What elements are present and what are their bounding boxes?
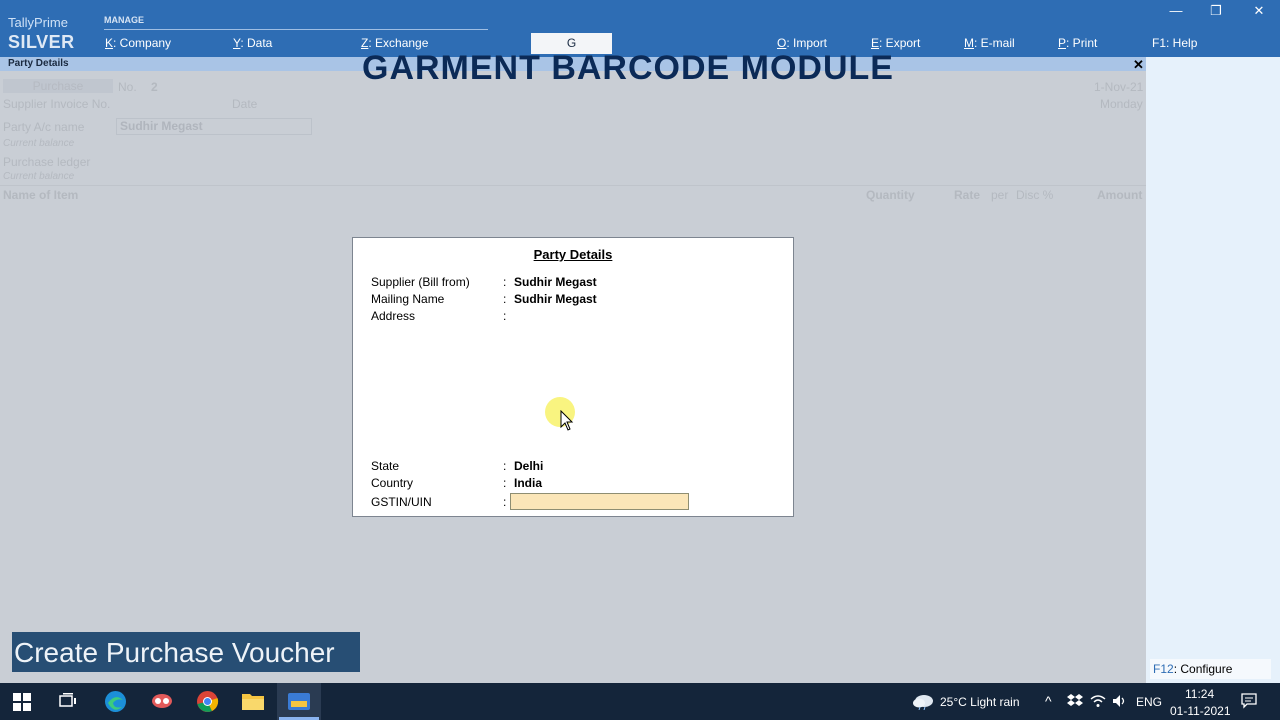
- country-colon: :: [503, 476, 507, 490]
- voucher-no: 2: [151, 80, 158, 94]
- current-balance-label: Current balance: [3, 138, 75, 149]
- language-indicator[interactable]: ENG: [1136, 695, 1162, 709]
- menu-exchange[interactable]: Z: Exchange: [361, 36, 428, 50]
- module-banner: GARMENT BARCODE MODULE: [362, 49, 894, 87]
- clock-time[interactable]: 11:24: [1185, 687, 1214, 701]
- state-value[interactable]: Delhi: [514, 459, 543, 473]
- col-per-header: per: [991, 188, 1009, 202]
- mailing-colon: :: [503, 292, 507, 306]
- voucher-day: Monday: [1100, 97, 1143, 111]
- weather-text[interactable]: 25°C Light rain: [940, 695, 1020, 709]
- address-colon: :: [503, 309, 507, 323]
- windows-start-icon[interactable]: [13, 693, 31, 711]
- address-label: Address: [371, 309, 416, 323]
- party-label: Party A/c name: [3, 120, 85, 134]
- column-divider: [0, 185, 1146, 186]
- chrome-browser-icon[interactable]: [196, 690, 219, 713]
- voucher-type: Purchase: [3, 79, 113, 93]
- menu-email[interactable]: M: E-mail: [964, 36, 1015, 50]
- col-qty-header: Quantity: [866, 188, 915, 202]
- supplier-colon: :: [503, 275, 507, 289]
- edge-browser-icon[interactable]: [104, 690, 127, 713]
- volume-icon[interactable]: [1112, 694, 1128, 708]
- tallyprime-app-icon[interactable]: [288, 691, 310, 711]
- gstin-colon: :: [503, 495, 507, 509]
- dialog-title: Party Details: [533, 247, 613, 262]
- manage-divider: [104, 29, 488, 30]
- restore-button[interactable]: ❐: [1204, 4, 1228, 20]
- invoice-date-label: Date: [232, 97, 258, 111]
- menu-print[interactable]: P: Print: [1058, 36, 1097, 50]
- mouse-pointer-icon: [560, 410, 574, 431]
- col-amount-header: Amount: [1097, 188, 1143, 202]
- menu-help[interactable]: F1: Help: [1152, 36, 1197, 50]
- current-balance-label-2: Current balance: [3, 171, 75, 182]
- state-colon: :: [503, 459, 507, 473]
- notification-icon[interactable]: [1241, 693, 1257, 709]
- mailing-name-label: Mailing Name: [371, 292, 445, 306]
- app-name: TallyPrime: [8, 15, 68, 30]
- supplier-invoice-label: Supplier Invoice No.: [3, 97, 111, 111]
- country-label: Country: [371, 476, 414, 490]
- screen-title: Party Details: [8, 58, 69, 69]
- clock-date[interactable]: 01-11-2021: [1170, 704, 1231, 718]
- wifi-icon[interactable]: [1090, 694, 1106, 708]
- app-edition: SILVER: [8, 32, 75, 52]
- configure-button[interactable]: F12: Configure: [1150, 659, 1271, 679]
- dropbox-icon[interactable]: [1067, 694, 1083, 708]
- gstin-input[interactable]: [510, 493, 689, 510]
- party-field[interactable]: Sudhir Megast: [116, 118, 312, 135]
- menu-data[interactable]: Y: Data: [233, 36, 272, 50]
- menu-import[interactable]: O: Import: [777, 36, 827, 50]
- minimize-button[interactable]: —: [1164, 4, 1188, 20]
- state-label: State: [371, 459, 400, 473]
- purchase-ledger-label: Purchase ledger: [3, 155, 91, 169]
- voucher-date: 1-Nov-21: [1094, 80, 1144, 94]
- col-item-header: Name of Item: [3, 188, 79, 202]
- snipping-tool-icon[interactable]: [150, 690, 174, 713]
- mailing-name-value[interactable]: Sudhir Megast: [514, 292, 597, 306]
- chevron-up-icon[interactable]: ^: [1045, 693, 1052, 709]
- file-explorer-icon[interactable]: [242, 691, 264, 711]
- menu-export[interactable]: E: Export: [871, 36, 920, 50]
- menu-company[interactable]: K: Company: [105, 36, 171, 50]
- manage-label: MANAGE: [104, 15, 144, 25]
- taskbar: [0, 683, 1280, 720]
- country-value[interactable]: India: [514, 476, 542, 490]
- video-caption: Create Purchase Voucher: [12, 632, 360, 672]
- col-disc-header: Disc %: [1016, 188, 1054, 202]
- supplier-label: Supplier (Bill from): [371, 275, 470, 289]
- party-details-dialog: Party Details Supplier (Bill from) : Sud…: [352, 237, 794, 517]
- col-rate-header: Rate: [954, 188, 981, 202]
- voucher-no-label: No.: [118, 80, 137, 94]
- supplier-value[interactable]: Sudhir Megast: [514, 275, 597, 289]
- window-close-button[interactable]: ✕: [1247, 4, 1271, 20]
- gstin-label: GSTIN/UIN: [371, 495, 432, 509]
- button-bar: [1146, 57, 1280, 683]
- task-view-icon[interactable]: [59, 692, 77, 710]
- weather-cloud-icon[interactable]: [912, 692, 934, 710]
- screen-close-button[interactable]: ✕: [1133, 57, 1144, 73]
